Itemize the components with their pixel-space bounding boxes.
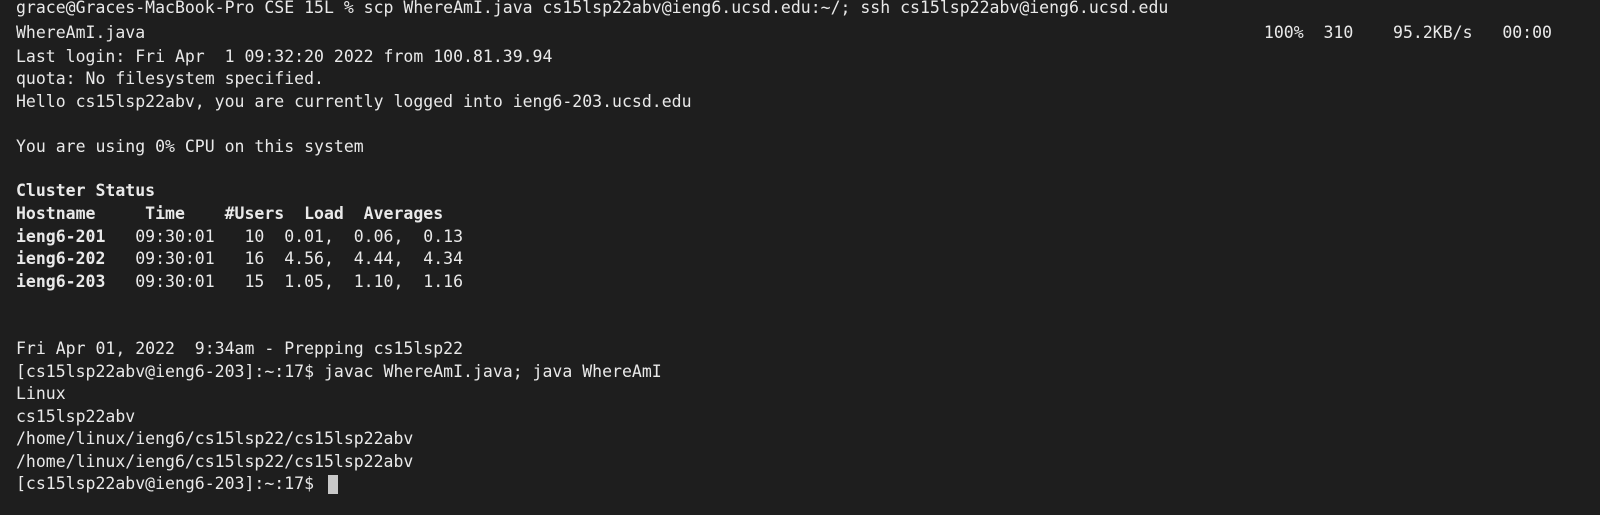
cluster-hostname: ieng6-201 — [16, 227, 106, 246]
terminal-line-scp-command: grace@Graces-MacBook-Pro CSE 15L % scp W… — [16, 0, 1169, 17]
terminal-line-last-login: Last login: Fri Apr 1 09:32:20 2022 from… — [16, 47, 553, 66]
cluster-status-row-201: ieng6-201 09:30:01 10 0.01, 0.06, 0.13 — [16, 226, 463, 248]
cluster-status-heading: Cluster Status — [16, 181, 156, 200]
cluster-status-header-row: Hostname Time #Users Load Averages — [16, 204, 444, 223]
terminal-line-output-home: /home/linux/ieng6/cs15lsp22/cs15lsp22abv — [16, 429, 414, 448]
cluster-hostname: ieng6-203 — [16, 272, 106, 291]
cluster-stats: 09:30:01 15 1.05, 1.10, 1.16 — [105, 272, 464, 291]
terminal-line-motd-date: Fri Apr 01, 2022 9:34am - Prepping cs15l… — [16, 339, 464, 358]
terminal-prompt-line[interactable]: [cs15lsp22abv@ieng6-203]:~:17$ — [16, 473, 338, 495]
terminal-line-output-os: Linux — [16, 384, 66, 403]
text-cursor — [327, 474, 338, 494]
terminal-window[interactable]: grace@Graces-MacBook-Pro CSE 15L % scp W… — [0, 0, 1600, 515]
terminal-line-output-cwd: /home/linux/ieng6/cs15lsp22/cs15lsp22abv — [16, 452, 414, 471]
cluster-hostname: ieng6-202 — [16, 249, 106, 268]
shell-prompt: [cs15lsp22abv@ieng6-203]:~:17$ — [16, 474, 324, 493]
cluster-status-row-202: ieng6-202 09:30:01 16 4.56, 4.44, 4.34 — [16, 248, 463, 270]
terminal-line-filename: WhereAmI.java — [16, 23, 146, 42]
terminal-line-output-user: cs15lsp22abv — [16, 407, 136, 426]
cluster-stats: 09:30:01 10 0.01, 0.06, 0.13 — [105, 227, 464, 246]
terminal-line-cpu-usage: You are using 0% CPU on this system — [16, 137, 364, 156]
terminal-line-javac-command: [cs15lsp22abv@ieng6-203]:~:17$ javac Whe… — [16, 362, 662, 381]
terminal-line-hello: Hello cs15lsp22abv, you are currently lo… — [16, 92, 692, 111]
cluster-stats: 09:30:01 16 4.56, 4.44, 4.34 — [105, 249, 464, 268]
scp-progress-readout: 100% 310 95.2KB/s 00:00 — [1263, 23, 1552, 42]
cluster-status-row-203: ieng6-203 09:30:01 15 1.05, 1.10, 1.16 — [16, 271, 463, 293]
terminal-line-quota: quota: No filesystem specified. — [16, 69, 324, 88]
